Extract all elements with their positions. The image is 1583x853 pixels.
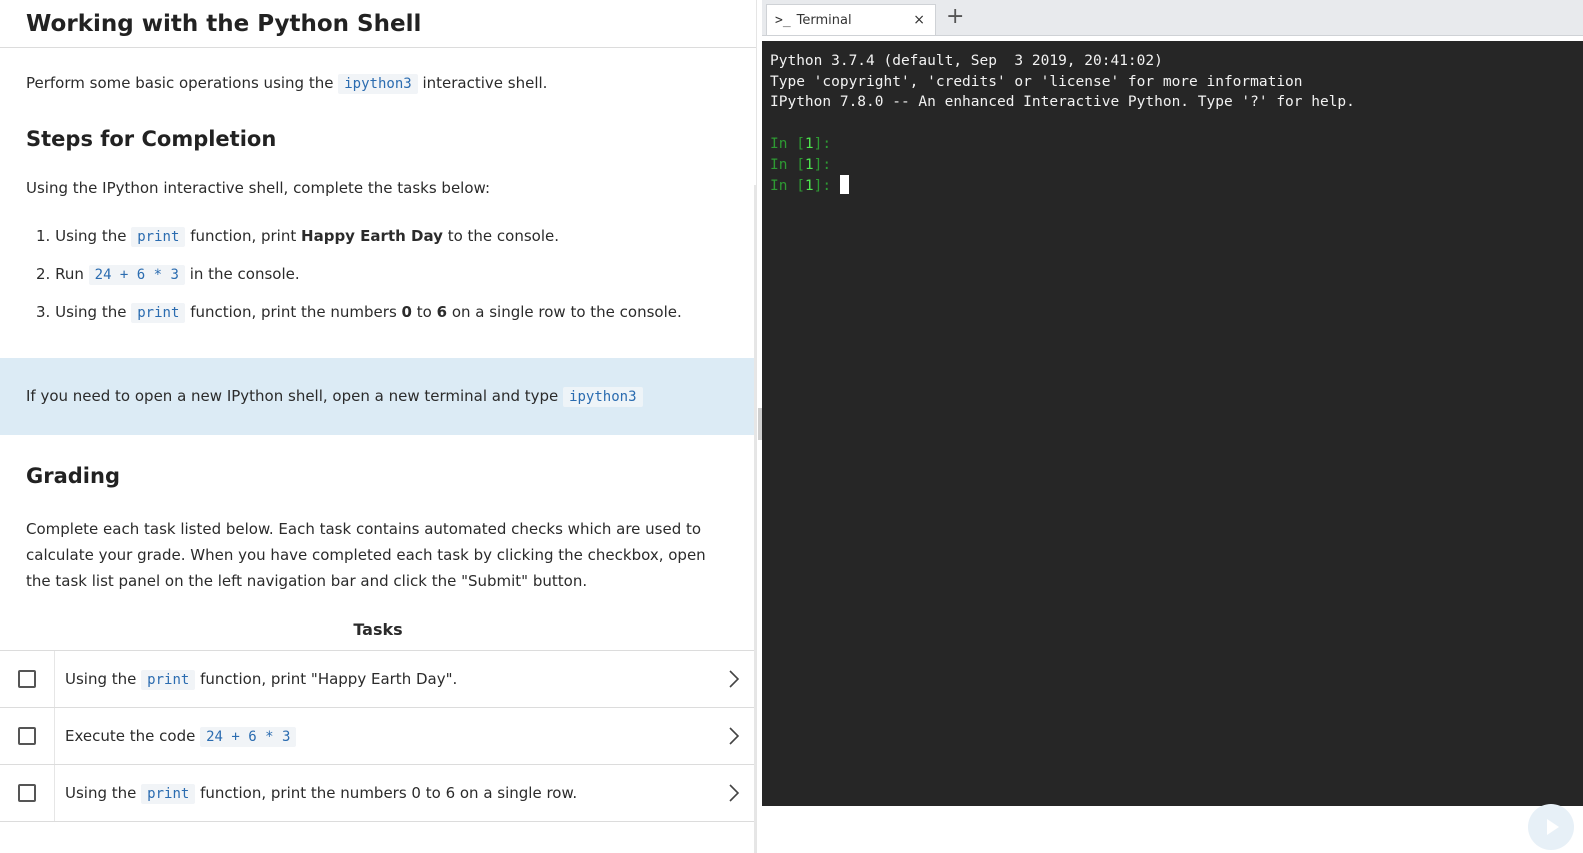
page-title: Working with the Python Shell [26,10,422,37]
terminal-line: IPython 7.8.0 -- An enhanced Interactive… [770,94,1355,111]
step-code: 24 + 6 * 3 [88,265,185,285]
prompt: In [1]: [770,135,840,152]
tab-label: Terminal [796,12,852,28]
intro-text: Perform some basic operations using the [26,74,334,92]
intro-text-suffix: interactive shell. [422,74,548,92]
terminal-line: Python 3.7.4 (default, Sep 3 2019, 20:41… [770,53,1163,69]
terminal-panel: >_ Terminal × + Python 3.7.4 (default, S… [762,0,1583,853]
task-text: Using the print function, print the numb… [65,784,578,804]
terminal-tabbar: >_ Terminal × + [762,0,1583,36]
task-code: 24 + 6 * 3 [200,727,297,747]
instructions-panel: Working with the Python Shell Perform so… [0,0,757,853]
task-code: print [141,670,196,690]
chevron-right-icon[interactable] [712,670,756,688]
task-text: Execute the code 24 + 6 * 3 [55,727,712,747]
step-code: print [131,303,186,323]
task-checkbox[interactable] [18,784,36,802]
info-note-text: If you need to open a new IPython shell,… [26,383,643,410]
task-text: Using the print function, print "Happy E… [65,670,458,690]
close-icon[interactable]: × [913,12,925,28]
intro-code: ipython3 [338,74,418,94]
chevron-right-icon[interactable] [712,727,756,745]
grading-text: Complete each task listed below. Each ta… [26,520,706,590]
task-row[interactable]: Using the print function, print the numb… [0,764,756,822]
info-note: If you need to open a new IPython shell,… [0,358,756,435]
play-icon[interactable] [1528,804,1574,850]
task-checkbox-cell [0,708,55,764]
terminal-text: Python 3.7.4 (default, Sep 3 2019, 20:41… [762,41,1583,197]
task-code: print [141,784,196,804]
steps-heading: Steps for Completion [26,127,277,151]
prompt: In [1]: [770,178,840,195]
terminal-line: Type 'copyright', 'credits' or 'license'… [770,73,1303,90]
tab-terminal[interactable]: >_ Terminal × [766,4,936,35]
task-checkbox[interactable] [18,670,36,688]
scrollbar[interactable] [754,185,756,853]
step-item: 1. Using the print function, print Happy… [36,227,560,247]
title-bar: Working with the Python Shell [0,0,756,48]
task-row[interactable]: Using the print function, print "Happy E… [0,650,756,707]
intro-paragraph: Perform some basic operations using the … [26,70,730,97]
steps-list: 1. Using the print function, print Happy… [26,223,730,326]
task-checkbox-cell [0,765,55,821]
terminal-cursor [839,175,849,195]
step-item: 3. Using the print function, print the n… [36,303,682,323]
prompt: In [1]: [770,156,840,173]
task-checkbox[interactable] [18,727,36,745]
task-checkbox-cell [0,651,55,707]
terminal-icon: >_ [775,12,791,28]
step-code: print [131,227,186,247]
tasks-header: Tasks [353,620,403,639]
grading-heading: Grading [26,464,120,488]
note-code: ipython3 [563,387,643,407]
task-row[interactable]: Execute the code 24 + 6 * 3 [0,707,756,764]
steps-subtitle: Using the IPython interactive shell, com… [26,179,491,197]
terminal-output[interactable]: Python 3.7.4 (default, Sep 3 2019, 20:41… [762,41,1583,806]
instructions-content: Perform some basic operations using the … [0,70,756,326]
plus-icon[interactable]: + [946,4,964,29]
step-item: 2. Run 24 + 6 * 3 in the console. [36,265,300,285]
chevron-right-icon[interactable] [712,784,756,802]
